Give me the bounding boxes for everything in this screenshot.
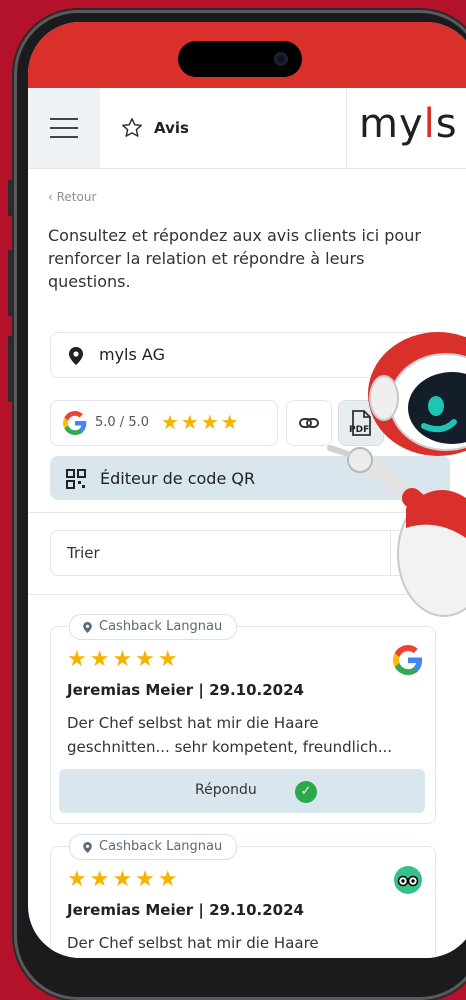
- link-icon: [299, 418, 319, 428]
- rating-score: 5.0 / 5.0: [95, 415, 149, 430]
- review-location-tag: Cashback Langnau: [69, 834, 238, 860]
- review-card[interactable]: Cashback Langnau ★★★★★ Jeremias Meier | …: [50, 834, 436, 958]
- phone-side-button: [8, 180, 13, 216]
- tripadvisor-icon: [394, 866, 422, 894]
- review-stars: ★★★★★: [67, 647, 181, 672]
- logo-part: my: [359, 101, 424, 147]
- page-title-text: Avis: [154, 119, 189, 137]
- rating-stars: ★★★★: [161, 410, 241, 434]
- qr-editor-label: Éditeur de code QR: [100, 469, 256, 488]
- google-icon: [63, 411, 87, 435]
- rating-summary: 5.0 / 5.0 ★★★★: [50, 400, 278, 446]
- page-title: Avis: [120, 116, 189, 140]
- review-location-tag: Cashback Langnau: [69, 614, 238, 640]
- location-select-value: myls AG: [99, 345, 165, 364]
- sort-label: Trier: [67, 544, 100, 562]
- answered-status-bar[interactable]: Répondu ✓: [59, 769, 425, 813]
- logo-container: myls: [346, 88, 466, 168]
- location-pin-icon: [83, 621, 92, 633]
- star-outline-icon: [122, 118, 142, 137]
- google-icon: [393, 645, 423, 675]
- logo-part: s: [435, 101, 458, 147]
- location-pin-icon: [69, 347, 83, 365]
- answered-label: Répondu: [195, 782, 257, 798]
- robot-mascot: [327, 332, 466, 617]
- menu-icon-line: [50, 136, 78, 138]
- location-pin-icon: [83, 841, 92, 853]
- status-bar: [28, 22, 466, 88]
- camera-icon: [274, 52, 288, 66]
- check-circle-icon: ✓: [295, 781, 317, 803]
- qr-code-icon: [66, 469, 86, 489]
- menu-icon-line: [50, 118, 78, 120]
- review-text: Der Chef selbst hat mir die Haare geschn…: [67, 714, 393, 756]
- myls-logo: myls: [359, 104, 458, 144]
- hamburger-menu-button[interactable]: [28, 88, 100, 168]
- phone-volume-down: [8, 336, 13, 402]
- back-link[interactable]: ‹ Retour: [48, 190, 438, 204]
- logo-part-accent: l: [423, 101, 436, 147]
- dynamic-island: [178, 41, 302, 77]
- review-location: Cashback Langnau: [99, 619, 223, 634]
- review-location: Cashback Langnau: [99, 839, 223, 854]
- review-author-date: Jeremias Meier | 29.10.2024: [67, 681, 304, 699]
- intro-text: Consultez et répondez aux avis clients i…: [48, 226, 421, 291]
- review-author-date: Jeremias Meier | 29.10.2024: [67, 901, 304, 919]
- review-card[interactable]: Cashback Langnau ★★★★★ Jeremias Meier | …: [50, 614, 436, 824]
- menu-icon-line: [50, 127, 78, 129]
- content-area: ‹ Retour Consultez et répondez aux avis …: [48, 168, 438, 293]
- top-bar: Avis myls: [28, 88, 466, 169]
- review-stars: ★★★★★: [67, 867, 181, 892]
- review-text: Der Chef selbst hat mir die Haare: [67, 934, 319, 952]
- phone-volume-up: [8, 250, 13, 316]
